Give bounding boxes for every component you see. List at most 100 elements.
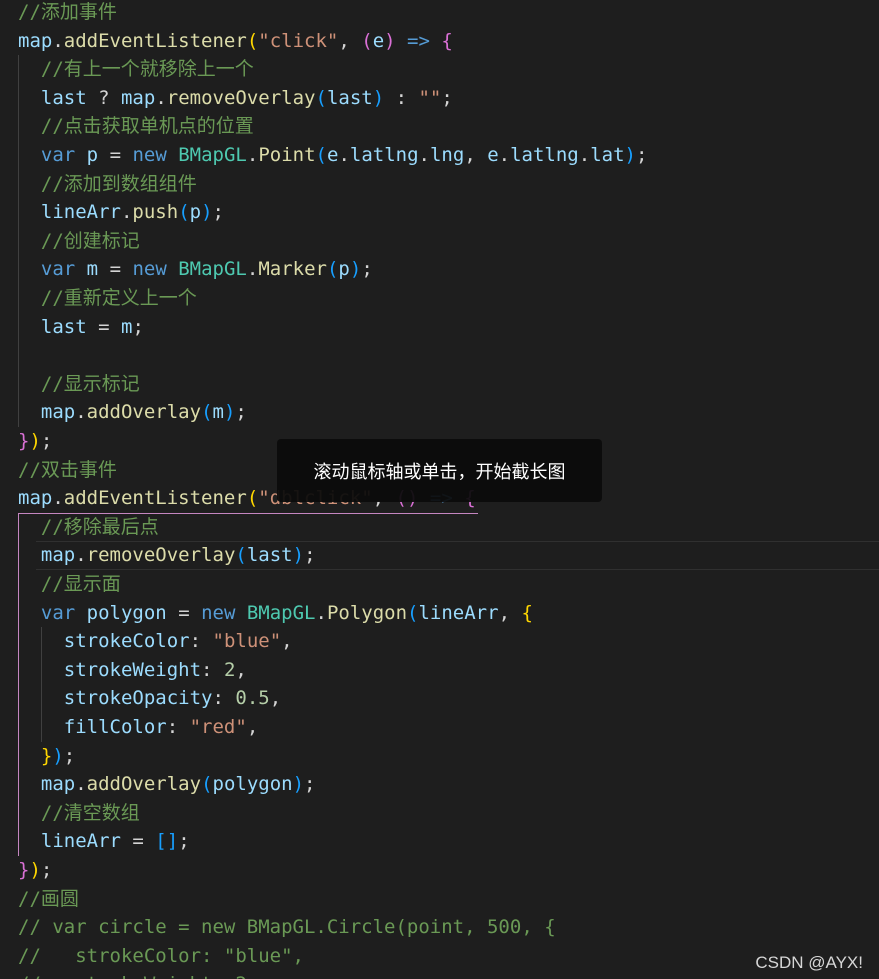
code-token: p bbox=[189, 201, 202, 224]
code-token: ; bbox=[635, 144, 648, 166]
code-line[interactable]: map.addOverlay(polygon); bbox=[18, 770, 316, 799]
code-token: . bbox=[246, 258, 259, 281]
code-token: lineArr bbox=[40, 201, 121, 224]
code-token: ; bbox=[212, 201, 224, 224]
code-token: "blue" bbox=[212, 630, 282, 653]
code-line[interactable]: strokeOpacity: 0.5, bbox=[18, 684, 281, 713]
code-token: : bbox=[384, 86, 419, 109]
code-token: = bbox=[98, 258, 133, 281]
code-token: ) bbox=[349, 258, 362, 281]
code-token: fillColor bbox=[63, 716, 167, 738]
code-line[interactable]: //显示面 bbox=[18, 570, 121, 599]
code-token: ; bbox=[235, 401, 247, 424]
code-line[interactable]: //移除最后点 bbox=[18, 513, 159, 542]
code-line[interactable]: }); bbox=[18, 427, 52, 456]
code-token: //显示标记 bbox=[40, 372, 140, 395]
code-editor[interactable]: //添加事件 map.addEventListener("click", (e) … bbox=[0, 0, 879, 979]
code-line[interactable]: //添加事件 bbox=[18, 0, 117, 27]
code-line[interactable]: //显示标记 bbox=[18, 370, 140, 399]
code-line[interactable]: last = m; bbox=[18, 313, 144, 342]
code-token: ( bbox=[246, 487, 259, 510]
code-token: ; bbox=[304, 544, 316, 567]
code-token: , bbox=[464, 144, 488, 166]
code-token: addEventListener bbox=[63, 487, 247, 510]
code-token: { bbox=[521, 601, 533, 624]
code-token: map bbox=[18, 487, 53, 510]
code-line[interactable]: lineArr.push(p); bbox=[18, 198, 224, 227]
code-token: new bbox=[132, 258, 167, 281]
code-token: ( bbox=[201, 773, 213, 796]
code-token: //双击事件 bbox=[18, 458, 117, 481]
code-line[interactable]: strokeWeight: 2, bbox=[18, 656, 247, 685]
code-line[interactable]: }); bbox=[18, 856, 52, 885]
code-token: ; bbox=[40, 430, 53, 452]
code-line[interactable]: //添加到数组组件 bbox=[18, 170, 197, 199]
code-line[interactable]: }); bbox=[18, 742, 75, 771]
code-line[interactable]: //清空数组 bbox=[18, 799, 140, 828]
code-token: //移除最后点 bbox=[40, 515, 159, 538]
code-token: //显示面 bbox=[40, 573, 121, 595]
code-token: //重新定义上一个 bbox=[40, 287, 197, 309]
code-token: ( bbox=[246, 29, 259, 52]
code-line[interactable]: // strokeWeight: 2, bbox=[18, 970, 258, 979]
code-line[interactable]: //画圆 bbox=[18, 885, 79, 914]
code-token: lng bbox=[429, 144, 465, 166]
code-token: map bbox=[40, 773, 76, 796]
indent-guide bbox=[18, 512, 19, 856]
code-token: . bbox=[75, 544, 87, 567]
code-token: ; bbox=[441, 86, 453, 109]
code-line[interactable]: //双击事件 bbox=[18, 456, 117, 485]
code-token: ) bbox=[29, 859, 41, 881]
code-token: new bbox=[201, 601, 236, 624]
code-line[interactable]: var m = new BMapGL.Marker(p); bbox=[18, 255, 373, 284]
code-token: Polygon bbox=[326, 601, 408, 624]
code-line[interactable]: fillColor: "red", bbox=[18, 713, 259, 742]
code-token: map bbox=[40, 544, 76, 567]
code-line[interactable]: map.addEventListener("click", (e) => { bbox=[18, 27, 453, 56]
code-token: //创建标记 bbox=[40, 229, 140, 252]
code-token: //清空数组 bbox=[40, 801, 140, 824]
code-line[interactable]: map.addOverlay(m); bbox=[18, 398, 247, 427]
code-line[interactable]: map.removeOverlay(last); bbox=[18, 541, 879, 570]
code-token: p bbox=[86, 144, 99, 166]
code-line[interactable]: last ? map.removeOverlay(last) : ""; bbox=[18, 84, 453, 113]
code-line[interactable]: var polygon = new BMapGL.Polygon(lineArr… bbox=[18, 599, 533, 628]
code-token: var bbox=[40, 258, 76, 281]
code-line[interactable]: strokeColor: "blue", bbox=[18, 627, 293, 656]
code-line[interactable]: // var circle = new BMapGL.Circle(point,… bbox=[18, 913, 556, 942]
code-token: . bbox=[52, 487, 64, 510]
code-line[interactable]: var p = new BMapGL.Point(e.latlng.lng, e… bbox=[18, 141, 648, 170]
code-token: . bbox=[120, 201, 133, 224]
code-token: ) bbox=[372, 86, 385, 109]
code-token: . bbox=[75, 773, 87, 796]
code-line[interactable]: //创建标记 bbox=[18, 227, 140, 256]
code-token: //点击获取单机点的位置 bbox=[40, 115, 254, 138]
code-line[interactable]: lineArr = []; bbox=[18, 827, 190, 856]
code-token: latlng bbox=[349, 144, 419, 166]
code-token: ; bbox=[40, 859, 53, 881]
code-token: //有上一个就移除上一个 bbox=[40, 58, 254, 81]
code-token: => bbox=[407, 29, 430, 52]
code-token: ) bbox=[29, 430, 41, 452]
code-token: : bbox=[166, 716, 190, 738]
code-line[interactable]: // strokeColor: "blue", bbox=[18, 942, 304, 971]
code-line[interactable]: //重新定义上一个 bbox=[18, 284, 197, 313]
code-token: e bbox=[326, 144, 339, 166]
code-token: . bbox=[155, 86, 167, 109]
code-token: var bbox=[40, 601, 76, 624]
code-line[interactable]: //点击获取单机点的位置 bbox=[18, 112, 254, 141]
code-token: ) bbox=[201, 201, 213, 224]
code-line[interactable]: //有上一个就移除上一个 bbox=[18, 55, 254, 84]
code-token: //添加事件 bbox=[18, 1, 117, 23]
